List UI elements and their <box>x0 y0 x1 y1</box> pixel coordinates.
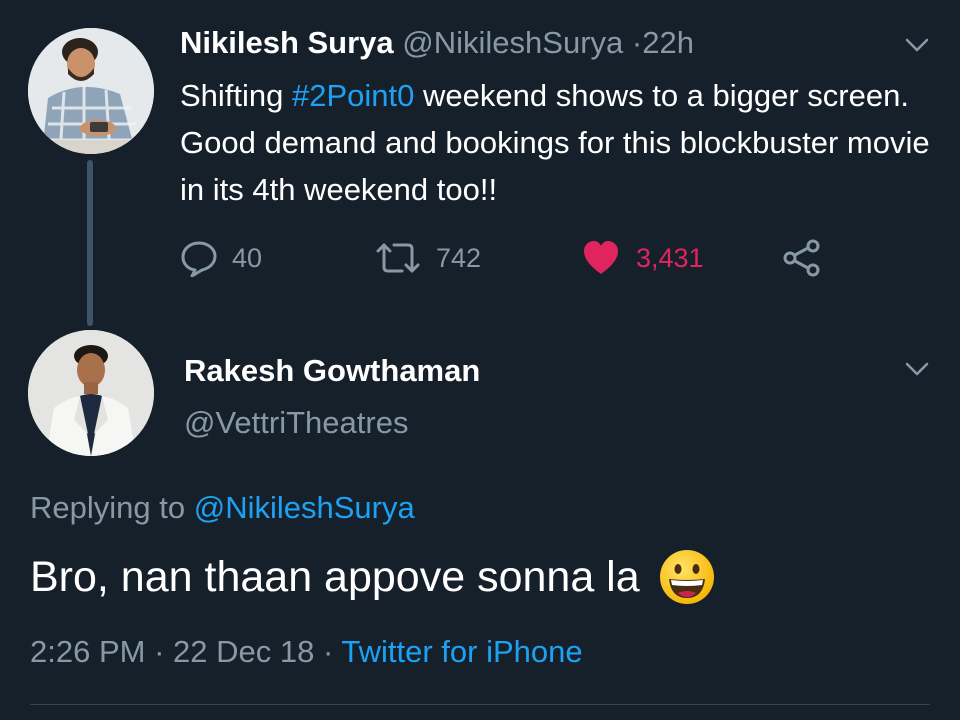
share-button[interactable] <box>782 236 822 280</box>
reply-button[interactable]: 40 <box>180 236 262 280</box>
retweet-icon <box>376 243 420 273</box>
divider <box>30 704 930 705</box>
meta-separator-2: · <box>322 634 334 669</box>
share-icon <box>783 239 820 277</box>
grinning-face-emoji <box>658 548 716 606</box>
avatar-photo <box>28 330 154 456</box>
like-button[interactable]: 3,431 <box>582 236 704 280</box>
retweet-count: 742 <box>436 242 482 273</box>
meta-separator-1: · <box>154 634 165 669</box>
tweet1-author-handle[interactable]: @NikileshSurya <box>402 25 623 60</box>
tweet1-text: Shifting #2Point0 weekend shows to a big… <box>180 72 940 213</box>
tweet1-header: Nikilesh Surya @NikileshSurya ·22h <box>180 24 694 62</box>
tweet1-time[interactable]: 22h <box>642 25 694 60</box>
tweet2-date: 22 Dec 18 <box>173 634 315 669</box>
reply-count: 40 <box>232 242 263 273</box>
tweet2-time: 2:26 PM <box>30 634 146 669</box>
chevron-down-icon[interactable] <box>904 356 930 382</box>
tweet2-author-name[interactable]: Rakesh Gowthaman <box>184 352 480 390</box>
tweet2-meta: 2:26 PM · 22 Dec 18 · Twitter for iPhone <box>30 630 583 674</box>
tweet2-text-content: Bro, nan thaan appove sonna la <box>30 553 640 601</box>
replying-to-label: Replying to <box>30 490 186 525</box>
avatar-rakesh-gowthaman[interactable] <box>28 330 154 456</box>
replying-to-handle[interactable]: @NikileshSurya <box>194 490 415 525</box>
like-count: 3,431 <box>636 242 704 273</box>
tweet2-author-handle[interactable]: @VettriTheatres <box>184 404 408 442</box>
replying-to: Replying to @NikileshSurya <box>30 488 415 528</box>
tweet2-source[interactable]: Twitter for iPhone <box>341 634 582 669</box>
avatar-nikilesh-surya[interactable] <box>28 28 154 154</box>
tweet1-separator: · <box>631 25 643 60</box>
tweet1-hashtag[interactable]: #2Point0 <box>292 78 414 113</box>
heart-icon <box>584 241 618 274</box>
thread-connector-line <box>87 160 93 326</box>
avatar-photo <box>28 28 154 154</box>
retweet-button[interactable]: 742 <box>374 236 481 280</box>
tweet2-text: Bro, nan thaan appove sonna la <box>30 548 716 606</box>
reply-icon <box>181 241 217 277</box>
chevron-down-icon[interactable] <box>904 32 930 58</box>
tweet1-text-before: Shifting <box>180 78 293 113</box>
tweet1-author-name[interactable]: Nikilesh Surya <box>180 25 394 60</box>
